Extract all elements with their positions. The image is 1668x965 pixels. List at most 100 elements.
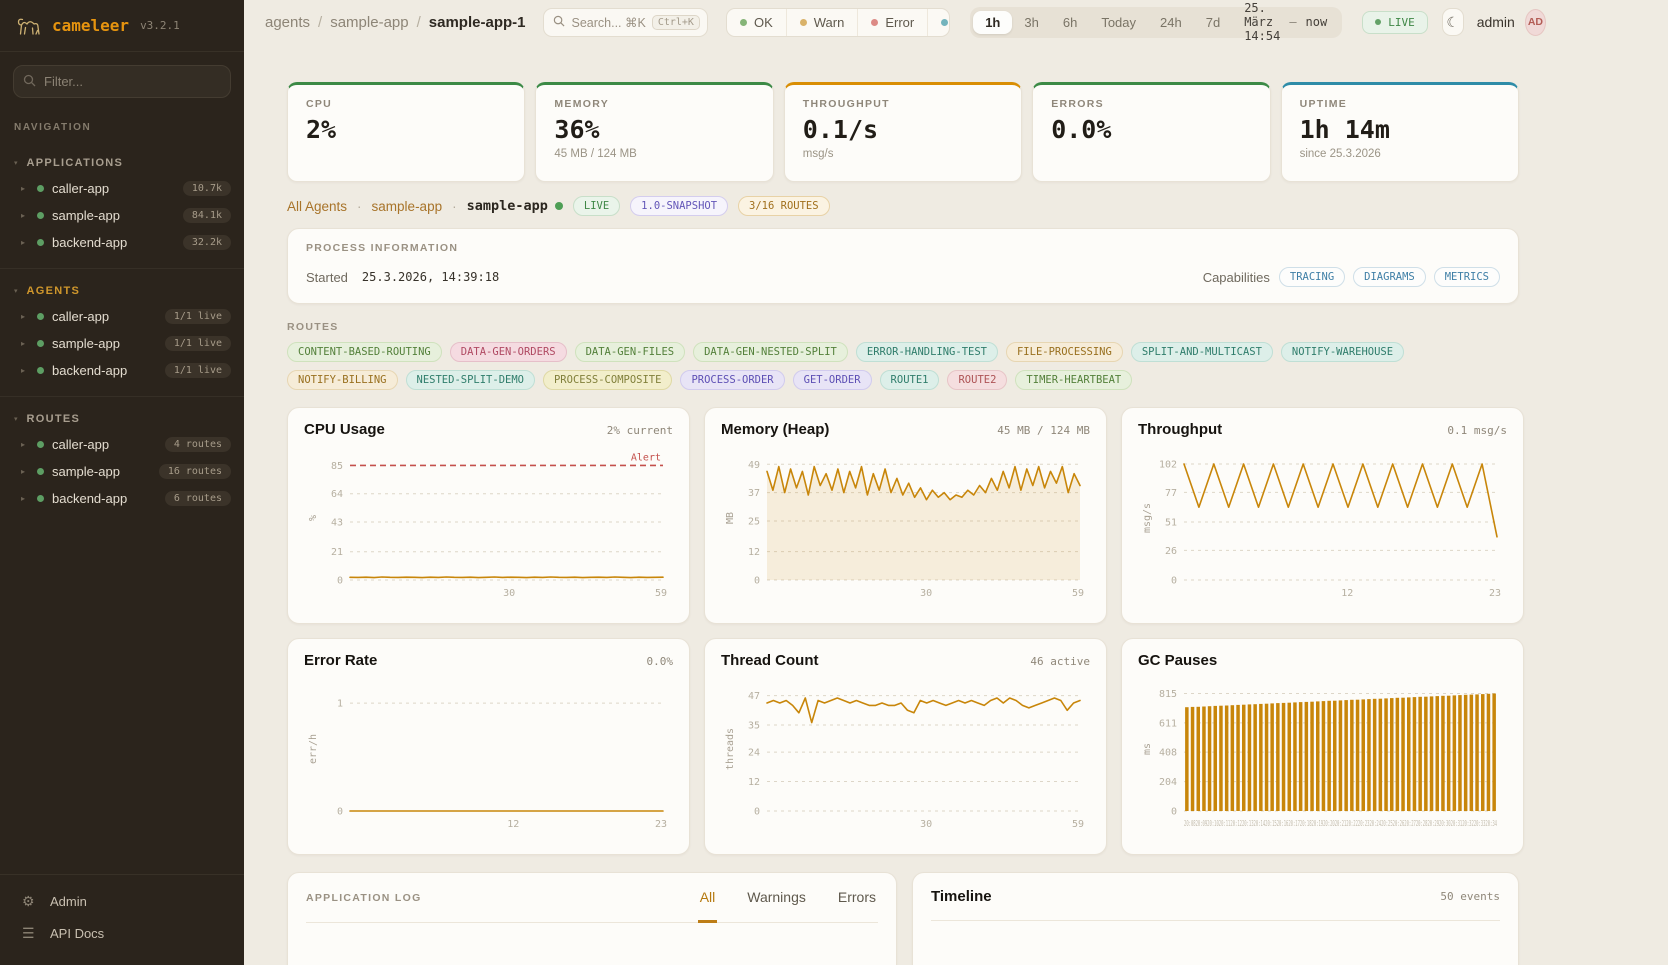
kpi-subtext: msg/s: [803, 148, 1003, 160]
status-filter-error[interactable]: Error: [857, 9, 927, 36]
footer-item-api-docs[interactable]: ☰API Docs: [0, 917, 244, 949]
route-badge-content-based-routing[interactable]: CONTENT-BASED-ROUTING: [287, 342, 442, 362]
search-shortcut: Ctrl+K: [652, 15, 700, 30]
chart-header: GC Pauses: [1138, 652, 1507, 669]
kpi-card-uptime: UPTIME1h 14msince 25.3.2026: [1281, 82, 1519, 182]
chart-card-error-rate: Error Rate0.0%01err/h1223: [287, 638, 690, 855]
section-collapse-icon: ▾: [14, 159, 18, 167]
kpi-subtext: 45 MB / 124 MB: [554, 148, 754, 160]
route-badge-error-handling-test[interactable]: ERROR-HANDLING-TEST: [856, 342, 998, 362]
app-version: v3.2.1: [140, 19, 180, 32]
sidebar-item-caller-app[interactable]: ▸caller-app4 routes: [0, 431, 244, 458]
status-filter-ok[interactable]: OK: [727, 9, 786, 36]
svg-text:ms: ms: [1142, 743, 1153, 755]
sidebar-item-badge: 16 routes: [159, 464, 231, 479]
sidebar-section-header[interactable]: ▾ROUTES: [0, 409, 244, 431]
sidebar-item-sample-app[interactable]: ▸sample-app16 routes: [0, 458, 244, 485]
chart-header: CPU Usage2% current: [304, 421, 673, 438]
agent-badge-1.0-snapshot: 1.0-SNAPSHOT: [630, 196, 728, 216]
log-tab-all[interactable]: All: [698, 873, 718, 923]
agent-link-all-agents[interactable]: All Agents: [287, 199, 347, 214]
route-badge-timer-heartbeat[interactable]: TIMER-HEARTBEAT: [1015, 370, 1132, 390]
separator: ·: [357, 199, 362, 214]
sidebar-item-caller-app[interactable]: ▸caller-app10.7k: [0, 175, 244, 202]
kpi-label: UPTIME: [1300, 98, 1500, 110]
svg-text:err/h: err/h: [308, 734, 319, 764]
application-log-title: APPLICATION LOG: [306, 892, 422, 904]
svg-text:204: 204: [1159, 777, 1177, 788]
route-badge-data-gen-orders[interactable]: DATA-GEN-ORDERS: [450, 342, 567, 362]
status-dot-icon: [37, 340, 44, 347]
agent-link-sample-app[interactable]: sample-app: [372, 199, 443, 214]
time-range-3h[interactable]: 3h: [1012, 11, 1050, 34]
chart-current-value: 45 MB / 124 MB: [997, 424, 1090, 437]
route-badge-route2[interactable]: ROUTE2: [947, 370, 1007, 390]
status-filter-warn[interactable]: Warn: [786, 9, 858, 36]
search-placeholder: Search... ⌘K: [571, 15, 645, 30]
breadcrumb-current: sample-app-1: [429, 14, 526, 31]
timeline-title: Timeline: [931, 888, 992, 905]
route-badge-nested-split-demo[interactable]: NESTED-SPLIT-DEMO: [406, 370, 535, 390]
navigation-label: NAVIGATION: [14, 122, 230, 133]
sidebar-item-label: backend-app: [52, 363, 157, 378]
route-badge-process-order[interactable]: PROCESS-ORDER: [680, 370, 784, 390]
section-label: ROUTES: [27, 413, 81, 425]
avatar[interactable]: AD: [1525, 9, 1546, 36]
route-badge-split-and-multicast[interactable]: SPLIT-AND-MULTICAST: [1131, 342, 1273, 362]
route-badge-notify-warehouse[interactable]: NOTIFY-WAREHOUSE: [1281, 342, 1404, 362]
sidebar: cameleer v3.2.1 NAVIGATION ▾APPLICATIONS…: [0, 0, 244, 965]
route-badge-process-composite[interactable]: PROCESS-COMPOSITE: [543, 370, 672, 390]
sidebar-item-label: caller-app: [52, 181, 175, 196]
time-range-1h[interactable]: 1h: [973, 11, 1012, 34]
theme-toggle-button[interactable]: ☾: [1442, 8, 1464, 36]
sidebar-item-backend-app[interactable]: ▸backend-app32.2k: [0, 229, 244, 256]
svg-text:59: 59: [655, 588, 667, 599]
kpi-value: 2%: [306, 115, 506, 144]
sidebar-item-label: sample-app: [52, 336, 157, 351]
sidebar-nav: ▾APPLICATIONS▸caller-app10.7k▸sample-app…: [0, 137, 244, 512]
route-badge-file-processing[interactable]: FILE-PROCESSING: [1006, 342, 1123, 362]
breadcrumb-separator: /: [318, 14, 322, 31]
log-tab-warnings[interactable]: Warnings: [745, 873, 808, 923]
route-badge-notify-billing[interactable]: NOTIFY-BILLING: [287, 370, 398, 390]
chart-card-cpu-usage: CPU Usage2% current021436485Alert%3059: [287, 407, 690, 624]
sidebar-item-backend-app[interactable]: ▸backend-app6 routes: [0, 485, 244, 512]
svg-text:12: 12: [1341, 588, 1353, 599]
sidebar-section-header[interactable]: ▾APPLICATIONS: [0, 153, 244, 175]
route-badge-data-gen-nested-split[interactable]: DATA-GEN-NESTED-SPLIT: [693, 342, 848, 362]
date-range-display[interactable]: 25. März 14:54—now: [1232, 1, 1339, 43]
log-tab-errors[interactable]: Errors: [836, 873, 878, 923]
route-badge-get-order[interactable]: GET-ORDER: [793, 370, 872, 390]
svg-text:0: 0: [754, 576, 760, 587]
breadcrumb-agents[interactable]: agents: [265, 14, 310, 31]
range-separator: —: [1289, 15, 1296, 29]
route-badge-route1[interactable]: ROUTE1: [880, 370, 940, 390]
status-dot-icon: [37, 441, 44, 448]
sidebar-item-caller-app[interactable]: ▸caller-app1/1 live: [0, 303, 244, 330]
footer-item-admin[interactable]: ⚙Admin: [0, 885, 244, 917]
svg-text:0: 0: [1171, 807, 1177, 818]
chart-current-value: 0.1 msg/s: [1447, 424, 1507, 437]
live-toggle[interactable]: LIVE: [1362, 11, 1428, 34]
time-range-6h[interactable]: 6h: [1051, 11, 1089, 34]
time-range-24h[interactable]: 24h: [1148, 11, 1194, 34]
sidebar-item-sample-app[interactable]: ▸sample-app84.1k: [0, 202, 244, 229]
sidebar-section-header[interactable]: ▾AGENTS: [0, 281, 244, 303]
status-dot-icon: [37, 212, 44, 219]
search-input[interactable]: Search... ⌘K Ctrl+K: [543, 8, 707, 37]
chevron-right-icon: ▸: [21, 312, 29, 321]
svg-text:30: 30: [503, 588, 515, 599]
breadcrumb-sample-app[interactable]: sample-app: [330, 14, 408, 31]
status-filter-running[interactable]: Running: [927, 9, 950, 36]
chart-plot-error-rate: 01err/h1223: [304, 675, 673, 833]
capabilities-group: Capabilities TRACINGDIAGRAMSMETRICS: [1203, 267, 1500, 287]
route-badge-data-gen-files[interactable]: DATA-GEN-FILES: [575, 342, 686, 362]
sidebar-item-sample-app[interactable]: ▸sample-app1/1 live: [0, 330, 244, 357]
sidebar-item-backend-app[interactable]: ▸backend-app1/1 live: [0, 357, 244, 384]
time-range-today[interactable]: Today: [1089, 11, 1148, 34]
svg-text:0: 0: [337, 576, 343, 587]
filter-input[interactable]: [13, 65, 231, 98]
capability-badge-metrics: METRICS: [1434, 267, 1500, 287]
time-range-7d[interactable]: 7d: [1194, 11, 1232, 34]
app-logo[interactable]: cameleer v3.2.1: [0, 0, 244, 52]
